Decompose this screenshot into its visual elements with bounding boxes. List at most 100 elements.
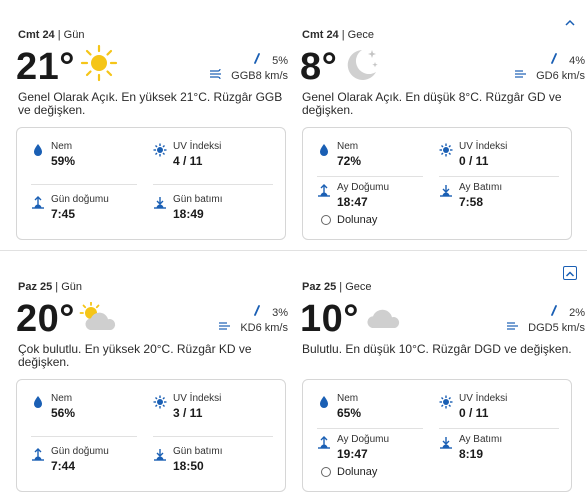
sunrise-icon [32,196,44,209]
humidity-drop-icon [320,144,328,156]
day-label: Paz 25 [302,281,337,293]
period-label: Cmt 24 | Gün [18,29,85,41]
raindrop-icon [248,53,266,68]
period-name: Gün [61,281,83,293]
period-day: Cmt 24 | Gün 21° 5% GGB8 km/s Genel Olar… [16,0,301,250]
day-separator [0,250,587,251]
details-card: Nem 56% UV İndeksi 3 / 11 Gün doğumu 7:4… [16,379,286,492]
uv-sun-icon [153,395,167,409]
rise-label: Gün doğumu [51,446,109,457]
humidity-drop-icon [34,144,42,156]
wind: GD6 km/s [512,69,585,82]
summary: Bulutlu. En düşük 10°C. Rüzgâr DGD ve de… [302,342,572,356]
divider [31,184,137,185]
rise-label: Ay Doğumu [337,182,390,193]
summary: Genel Olarak Açık. En düşük 8°C. Rüzgâr … [302,90,562,117]
moon-phase-label: Dolunay [337,466,378,478]
sun-icon [80,44,118,82]
raindrop-icon [545,53,563,68]
uv-label: UV İndeksi [459,141,508,152]
humidity-value: 56% [51,406,76,420]
wind-value: GD6 km/s [536,69,585,82]
wind-icon [207,66,225,82]
humidity-value: 72% [337,154,362,168]
wind-value: KD6 km/s [240,321,288,334]
period-name: Gece [347,29,374,41]
wind-icon [216,321,234,334]
divider [153,184,273,185]
divider [439,428,559,429]
uv-label: UV İndeksi [459,393,508,404]
moon-stars-icon [347,50,378,80]
wind: DGD5 km/s [504,321,585,334]
humidity-label: Nem [337,393,359,404]
humidity-drop-icon [320,396,328,408]
temperature: 21° [16,46,75,88]
precipitation: 5% [248,53,288,68]
precipitation: 3% [248,305,288,320]
rise-label: Ay Doğumu [337,434,390,445]
rise-value: 19:47 [337,447,368,461]
sunset-icon [154,449,166,461]
period-label: Cmt 24 | Gece [302,29,374,41]
set-label: Ay Batımı [459,182,503,193]
wind-icon [512,69,530,82]
set-value: 18:49 [173,207,204,221]
uv-sun-icon [439,143,453,157]
sunset-icon [154,197,166,209]
precipitation: 2% [545,305,585,320]
period-night: Cmt 24 | Gece 8° 4% GD6 km/s Genel Olara… [300,0,585,250]
uv-sun-icon [439,395,453,409]
moonrise-icon [318,184,330,197]
moonset-icon [440,185,452,197]
raindrop-icon [545,305,563,320]
uv-label: UV İndeksi [173,393,222,404]
set-label: Gün batımı [173,194,223,205]
details-card: Nem 65% UV İndeksi 0 / 11 Ay Doğumu 19:4… [302,379,572,492]
full-moon-icon [321,467,331,477]
wind-value: GGB8 km/s [231,69,288,82]
rise-value: 7:45 [51,207,76,221]
divider [317,176,423,177]
period-day: Paz 25 | Gün 20° 3% KD6 km/s Çok bulutlu… [16,252,301,501]
set-label: Gün batımı [173,446,223,457]
period-label: Paz 25 | Gece [302,281,372,293]
day-label: Cmt 24 [18,29,55,41]
details-card: Nem 72% UV İndeksi 0 / 11 Ay Doğumu 18:4… [302,127,572,240]
divider [31,436,137,437]
uv-value: 0 / 11 [459,406,489,420]
moonset-icon [440,437,452,449]
wind-value: DGD5 km/s [528,321,585,334]
summary: Çok bulutlu. En yüksek 20°C. Rüzgâr KD v… [18,342,252,369]
moon-phase: Dolunay [321,214,377,226]
precipitation: 4% [545,53,585,68]
moonrise-icon [318,436,330,449]
set-label: Ay Batımı [459,434,503,445]
precip-value: 5% [272,54,288,67]
uv-sun-icon [153,143,167,157]
rise-label: Gün doğumu [51,194,109,205]
forecast-day-sat: Cmt 24 | Gün 21° 5% GGB8 km/s Genel Olar… [0,0,587,250]
moon-phase: Dolunay [321,466,377,478]
wind-icon [504,321,522,334]
day-label: Cmt 24 [302,29,339,41]
rise-value: 18:47 [337,195,368,209]
uv-value: 0 / 11 [459,154,489,168]
humidity-value: 65% [337,406,362,420]
humidity-drop-icon [34,396,42,408]
uv-value: 4 / 11 [173,154,203,168]
precip-value: 3% [272,306,288,319]
period-night: Paz 25 | Gece 10° 2% DGD5 km/s Bulutlu. … [300,252,585,501]
humidity-value: 59% [51,154,76,168]
precip-value: 4% [569,54,585,67]
temperature: 10° [300,298,359,340]
forecast-day-sun: Paz 25 | Gün 20° 3% KD6 km/s Çok bulutlu… [0,252,587,501]
raindrop-icon [248,305,266,320]
uv-label: UV İndeksi [173,141,222,152]
period-label: Paz 25 | Gün [18,281,83,293]
partly-cloudy-icon [79,302,116,330]
divider [439,176,559,177]
period-name: Gece [345,281,372,293]
precip-value: 2% [569,306,585,319]
set-value: 7:58 [459,195,484,209]
